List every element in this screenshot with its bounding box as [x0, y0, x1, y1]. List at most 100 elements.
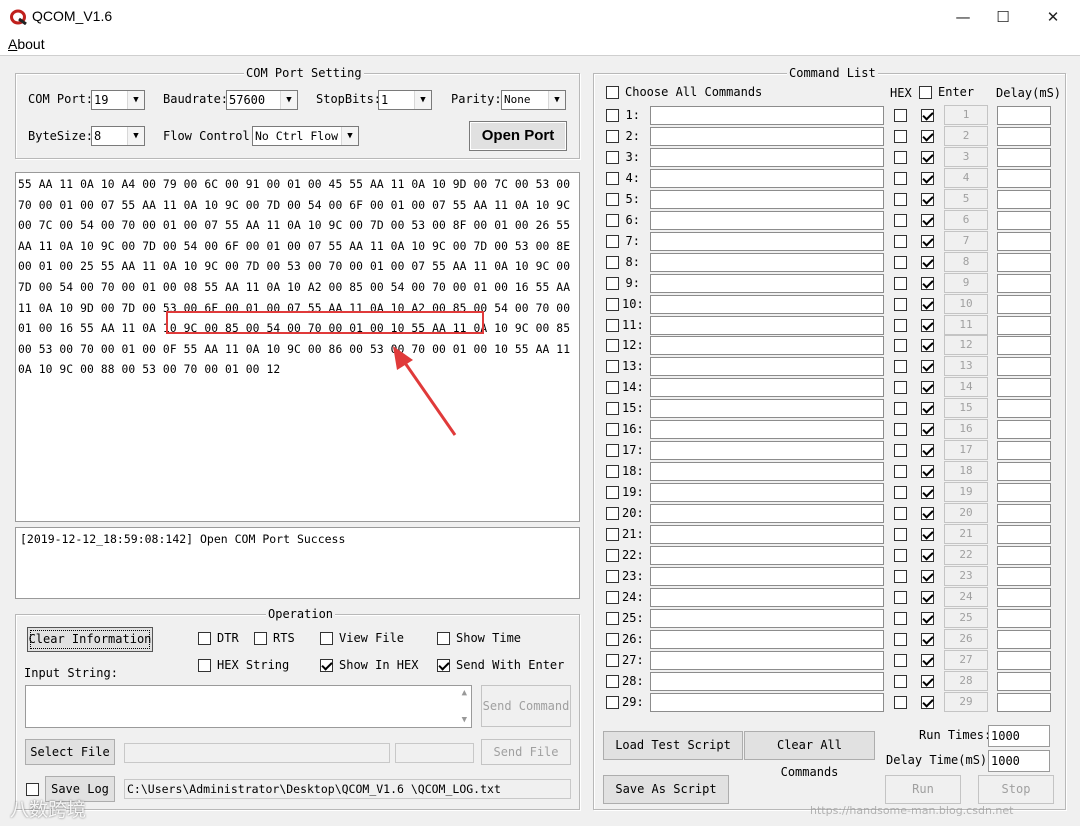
command-delay-input[interactable] — [997, 126, 1051, 146]
command-input[interactable] — [650, 378, 884, 398]
command-delay-input[interactable] — [997, 692, 1051, 712]
command-select-checkbox[interactable] — [606, 150, 619, 164]
command-input[interactable] — [650, 147, 884, 167]
command-hex-checkbox[interactable] — [894, 255, 907, 269]
open-port-button[interactable]: Open Port — [469, 121, 567, 151]
scroll-down-icon[interactable]: ▼ — [462, 715, 467, 725]
command-send-button[interactable]: 16 — [944, 419, 988, 440]
command-select-checkbox[interactable] — [606, 507, 619, 521]
command-select-checkbox[interactable] — [606, 297, 619, 311]
command-delay-input[interactable] — [997, 189, 1051, 209]
command-enter-checkbox[interactable] — [921, 611, 934, 625]
command-hex-checkbox[interactable] — [894, 150, 907, 164]
command-input[interactable] — [650, 545, 884, 565]
command-select-checkbox[interactable] — [606, 632, 619, 646]
maximize-button[interactable]: ☐ — [980, 0, 1026, 34]
dtr-checkbox[interactable]: DTR — [198, 631, 239, 645]
command-select-checkbox[interactable] — [606, 339, 619, 353]
command-select-checkbox[interactable] — [606, 528, 619, 541]
command-enter-checkbox[interactable] — [921, 590, 934, 604]
command-delay-input[interactable] — [997, 231, 1051, 251]
baudrate-select[interactable]: 57600 ▼ — [226, 90, 298, 110]
command-enter-checkbox[interactable] — [921, 213, 934, 227]
command-input[interactable] — [650, 692, 884, 712]
command-select-checkbox[interactable] — [606, 402, 619, 416]
receive-data-area[interactable]: 55 AA 11 0A 10 A4 00 79 00 6C 00 91 00 0… — [15, 172, 580, 522]
command-input[interactable] — [650, 462, 884, 482]
command-enter-checkbox[interactable] — [921, 695, 934, 709]
command-select-checkbox[interactable] — [606, 611, 619, 625]
command-enter-checkbox[interactable] — [921, 402, 934, 416]
command-input[interactable] — [650, 126, 884, 146]
command-send-button[interactable]: 29 — [944, 691, 988, 712]
command-hex-checkbox[interactable] — [894, 569, 907, 583]
command-send-button[interactable]: 1 — [944, 105, 988, 125]
command-enter-checkbox[interactable] — [921, 192, 934, 206]
command-delay-input[interactable] — [997, 420, 1051, 440]
log-path-field[interactable]: C:\Users\Administrator\Desktop\QCOM_V1.6… — [124, 779, 571, 799]
send-with-enter-checkbox[interactable]: Send With Enter — [437, 658, 564, 672]
command-hex-checkbox[interactable] — [894, 402, 907, 416]
command-hex-checkbox[interactable] — [894, 653, 907, 667]
command-delay-input[interactable] — [997, 629, 1051, 649]
show-in-hex-checkbox[interactable]: Show In HEX — [320, 658, 418, 672]
command-send-button[interactable]: 7 — [944, 230, 988, 251]
command-hex-checkbox[interactable] — [894, 528, 907, 541]
command-hex-checkbox[interactable] — [894, 129, 907, 143]
command-enter-checkbox[interactable] — [921, 360, 934, 374]
command-delay-input[interactable] — [997, 504, 1051, 524]
command-delay-input[interactable] — [997, 399, 1051, 419]
command-delay-input[interactable] — [997, 566, 1051, 586]
command-hex-checkbox[interactable] — [894, 611, 907, 625]
command-enter-checkbox[interactable] — [921, 548, 934, 562]
run-times-field[interactable]: 1000 — [988, 725, 1050, 747]
command-input[interactable] — [650, 608, 884, 628]
command-input[interactable] — [650, 231, 884, 251]
command-hex-checkbox[interactable] — [894, 297, 907, 311]
command-hex-checkbox[interactable] — [894, 213, 907, 227]
choose-all-checkbox[interactable]: Choose All Commands — [606, 85, 762, 99]
command-send-button[interactable]: 26 — [944, 628, 988, 649]
command-select-checkbox[interactable] — [606, 318, 619, 332]
command-enter-checkbox[interactable] — [921, 423, 934, 437]
delay-time-field[interactable]: 1000 — [988, 750, 1050, 772]
command-send-button[interactable]: 23 — [944, 565, 988, 586]
run-button[interactable]: Run — [885, 775, 961, 804]
command-enter-checkbox[interactable] — [921, 129, 934, 143]
command-enter-checkbox[interactable] — [921, 171, 934, 185]
command-send-button[interactable]: 12 — [944, 335, 988, 356]
command-delay-input[interactable] — [997, 545, 1051, 565]
command-delay-input[interactable] — [997, 441, 1051, 461]
command-delay-input[interactable] — [997, 315, 1051, 335]
show-time-checkbox[interactable]: Show Time — [437, 631, 521, 645]
stopbits-select[interactable]: 1 ▼ — [378, 90, 432, 110]
command-select-checkbox[interactable] — [606, 276, 619, 290]
command-delay-input[interactable] — [997, 252, 1051, 272]
command-enter-checkbox[interactable] — [921, 339, 934, 353]
input-string-field[interactable]: ▲ ▼ — [25, 685, 472, 728]
command-enter-checkbox[interactable] — [921, 528, 934, 541]
log-area[interactable]: [2019-12-12_18:59:08:142] Open COM Port … — [15, 527, 580, 599]
command-select-checkbox[interactable] — [606, 213, 619, 227]
command-select-checkbox[interactable] — [606, 381, 619, 395]
command-input[interactable] — [650, 650, 884, 670]
com-port-select[interactable]: 19 ▼ — [91, 90, 145, 110]
command-send-button[interactable]: 19 — [944, 482, 988, 503]
bytesize-select[interactable]: 8 ▼ — [91, 126, 145, 146]
command-select-checkbox[interactable] — [606, 192, 619, 206]
command-input[interactable] — [650, 483, 884, 503]
command-send-button[interactable]: 11 — [944, 314, 988, 335]
load-test-script-button[interactable]: Load Test Script — [603, 731, 743, 760]
command-enter-checkbox[interactable] — [921, 297, 934, 311]
command-hex-checkbox[interactable] — [894, 381, 907, 395]
command-send-button[interactable]: 27 — [944, 649, 988, 670]
flow-control-select[interactable]: No Ctrl Flow ▼ — [252, 126, 359, 146]
command-hex-checkbox[interactable] — [894, 507, 907, 521]
command-input[interactable] — [650, 504, 884, 524]
command-input[interactable] — [650, 273, 884, 293]
command-select-checkbox[interactable] — [606, 674, 619, 688]
command-select-checkbox[interactable] — [606, 590, 619, 604]
command-delay-input[interactable] — [997, 106, 1051, 125]
command-input[interactable] — [650, 441, 884, 461]
command-hex-checkbox[interactable] — [894, 276, 907, 290]
